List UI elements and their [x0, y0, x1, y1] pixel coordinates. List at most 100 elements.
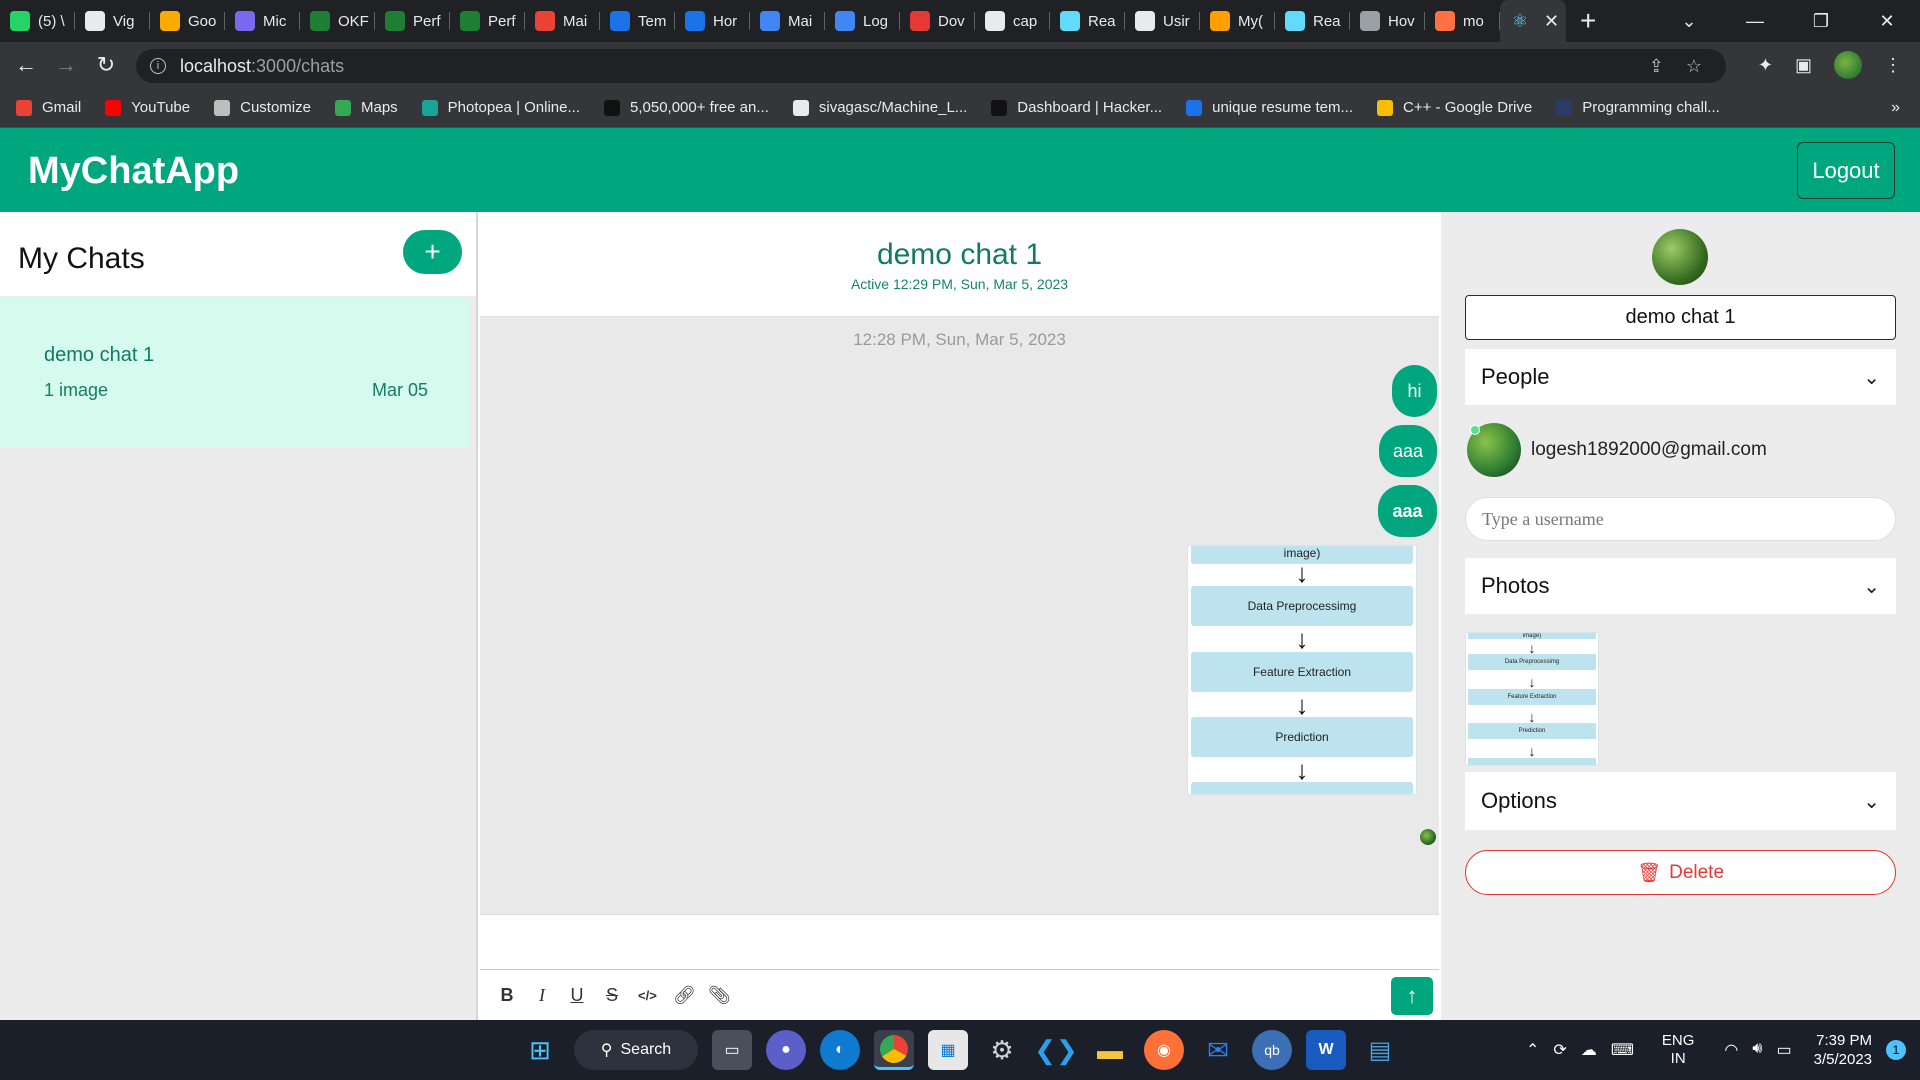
attach-icon[interactable]: 📎︎ — [708, 985, 731, 1007]
browser-tab[interactable]: My( — [1200, 0, 1275, 42]
minimize-icon[interactable]: — — [1722, 11, 1788, 32]
extensions-icon[interactable]: ✦ — [1758, 55, 1773, 76]
bold-icon[interactable]: B — [498, 985, 516, 1007]
delete-chat-button[interactable]: 🗑︎ Delete — [1465, 850, 1896, 895]
clock[interactable]: 7:39 PM 3/5/2023 — [1814, 1031, 1872, 1069]
close-window-icon[interactable]: ✕ — [1854, 11, 1920, 32]
store-icon[interactable]: ▦ — [928, 1030, 968, 1070]
vscode-icon[interactable]: ❮❯ — [1034, 1030, 1078, 1070]
settings-gear-icon[interactable]: ⚙ — [982, 1030, 1022, 1070]
browser-tab[interactable]: Goo — [150, 0, 225, 42]
bookmark-item[interactable]: sivagasc/Machine_L... — [792, 99, 967, 116]
strikethrough-icon[interactable]: S — [603, 985, 621, 1007]
browser-tab[interactable]: cap — [975, 0, 1050, 42]
browser-tab[interactable]: OKF — [300, 0, 375, 42]
bookmark-item[interactable]: C++ - Google Drive — [1377, 99, 1532, 116]
battery-icon[interactable]: ▭ — [1776, 1040, 1791, 1060]
browser-tab[interactable]: Mic — [225, 0, 300, 42]
side-panel-icon[interactable]: ▣ — [1795, 55, 1812, 76]
browser-tab[interactable]: (5) \ — [0, 0, 75, 42]
photo-thumbnail[interactable]: image) ↓ Data Preprocessimg ↓ Feature Ex… — [1465, 632, 1599, 766]
options-accordion[interactable]: Options ⌄ — [1465, 772, 1896, 830]
browser-tab[interactable]: Rea — [1050, 0, 1125, 42]
browser-tab[interactable]: Hov — [1350, 0, 1425, 42]
browser-tab[interactable]: mo — [1425, 0, 1500, 42]
browser-tab[interactable]: Dov — [900, 0, 975, 42]
sync-icon[interactable]: ⟳ — [1553, 1040, 1566, 1060]
taskbar-search[interactable]: ⚲ Search — [574, 1030, 698, 1070]
profile-avatar[interactable] — [1834, 51, 1862, 79]
forward-icon[interactable]: → — [46, 52, 86, 78]
add-username-input[interactable] — [1465, 497, 1896, 541]
bookmark-item[interactable]: Customize — [214, 99, 311, 116]
bookmarks-overflow-icon[interactable]: » — [1891, 99, 1900, 117]
browser-tab[interactable]: Usir — [1125, 0, 1200, 42]
italic-icon[interactable]: I — [533, 985, 551, 1007]
address-bar[interactable]: i localhost:3000/chats ⇪ ☆ — [136, 49, 1726, 83]
bookmark-item[interactable]: Gmail — [16, 99, 81, 116]
browser-tab[interactable]: Perf — [375, 0, 450, 42]
chat-list-item[interactable]: demo chat 1 1 image Mar 05 — [0, 298, 470, 448]
people-accordion[interactable]: People ⌄ — [1465, 349, 1896, 405]
mail-icon[interactable]: ✉ — [1198, 1030, 1238, 1070]
new-chat-button[interactable]: + — [403, 230, 462, 274]
tab-search-icon[interactable]: ⌄ — [1656, 11, 1722, 32]
chevron-up-icon[interactable]: ⌃ — [1526, 1040, 1539, 1060]
chrome-icon[interactable] — [874, 1030, 914, 1070]
message-bubble[interactable]: aaa — [1379, 425, 1437, 477]
bookmark-item[interactable]: Photopea | Online... — [421, 99, 580, 116]
share-icon[interactable]: ⇪ — [1649, 56, 1664, 77]
notepad-icon[interactable]: ▤ — [1360, 1030, 1400, 1070]
bookmark-star-icon[interactable]: ☆ — [1686, 56, 1702, 77]
browser-tab[interactable]: Mai — [525, 0, 600, 42]
task-view-icon[interactable]: ▭ — [712, 1030, 752, 1070]
photos-accordion[interactable]: Photos ⌄ — [1465, 558, 1896, 614]
word-icon[interactable]: W — [1306, 1030, 1346, 1070]
message-input[interactable] — [480, 915, 1439, 970]
logout-button[interactable]: Logout — [1797, 142, 1895, 199]
browser-tab[interactable]: Perf — [450, 0, 525, 42]
teams-icon[interactable]: ● — [766, 1030, 806, 1070]
new-tab-button[interactable]: + — [1580, 5, 1596, 37]
qbittorrent-icon[interactable]: qb — [1252, 1030, 1292, 1070]
underline-icon[interactable]: U — [568, 985, 586, 1007]
bookmark-item[interactable]: 5,050,000+ free an... — [604, 99, 769, 116]
site-info-icon[interactable]: i — [150, 58, 166, 74]
file-explorer-icon[interactable]: ▬ — [1090, 1030, 1130, 1070]
bookmark-item[interactable]: Dashboard | Hacker... — [991, 99, 1162, 116]
browser-tab[interactable]: Hor — [675, 0, 750, 42]
bookmark-item[interactable]: Programming chall... — [1556, 99, 1720, 116]
windows-start-icon[interactable]: ⊞ — [520, 1030, 560, 1070]
message-image[interactable]: image) ↓ Data Preprocessimg ↓ Feature Ex… — [1187, 545, 1417, 795]
bookmark-item[interactable]: Maps — [334, 99, 398, 116]
member-row: logesh1892000@gmail.com — [1467, 423, 1767, 477]
active-tab[interactable]: ⚛ ✕ — [1500, 0, 1566, 42]
keyboard-icon[interactable]: ⌨ — [1611, 1040, 1634, 1060]
bookmark-item[interactable]: YouTube — [105, 99, 190, 116]
browser-tab[interactable]: Vig — [75, 0, 150, 42]
code-icon[interactable]: </> — [638, 985, 657, 1007]
browser-tab[interactable]: Rea — [1275, 0, 1350, 42]
region-code: IN — [1670, 1050, 1686, 1067]
message-bubble[interactable]: aaa — [1378, 485, 1437, 537]
menu-icon[interactable]: ⋮ — [1884, 55, 1902, 76]
cloud-icon[interactable]: ☁ — [1581, 1040, 1597, 1060]
browser-tab[interactable]: Log — [825, 0, 900, 42]
back-icon[interactable]: ← — [6, 52, 46, 78]
edge-icon[interactable]: ◐ — [820, 1030, 860, 1070]
reload-icon[interactable]: ↻ — [86, 52, 126, 78]
link-icon[interactable]: 🔗︎ — [673, 985, 696, 1007]
language-indicator[interactable]: ENG IN — [1662, 1032, 1695, 1068]
firefox-icon[interactable]: ◉ — [1144, 1030, 1184, 1070]
send-button[interactable]: ↑ — [1391, 977, 1433, 1015]
chat-name-field[interactable]: demo chat 1 — [1465, 295, 1896, 340]
message-bubble[interactable]: hi — [1392, 365, 1437, 417]
notification-badge[interactable]: 1 — [1886, 1040, 1906, 1060]
wifi-icon[interactable]: ◠ — [1724, 1040, 1738, 1060]
volume-icon[interactable]: 🔊︎ — [1752, 1040, 1762, 1060]
browser-tab[interactable]: Mai — [750, 0, 825, 42]
browser-tab[interactable]: Tem — [600, 0, 675, 42]
bookmark-item[interactable]: unique resume tem... — [1186, 99, 1353, 116]
close-tab-icon[interactable]: ✕ — [1544, 11, 1559, 32]
restore-icon[interactable]: ❐ — [1788, 11, 1854, 32]
